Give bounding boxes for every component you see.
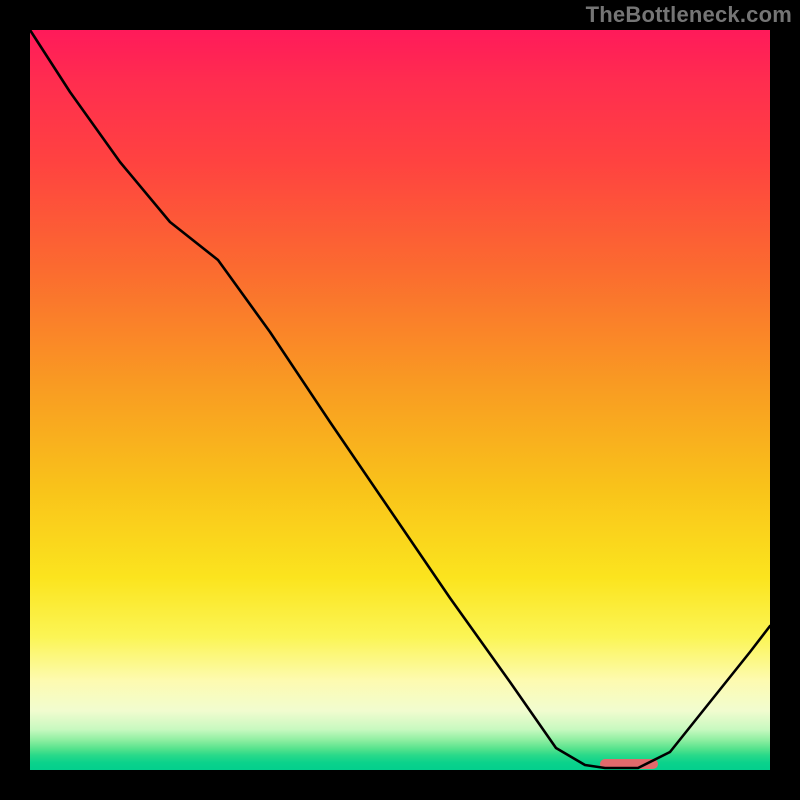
curve-path (30, 30, 770, 768)
bottleneck-curve (30, 30, 770, 770)
plot-area (30, 30, 770, 770)
chart-frame: TheBottleneck.com (0, 0, 800, 800)
watermark-text: TheBottleneck.com (586, 2, 792, 28)
